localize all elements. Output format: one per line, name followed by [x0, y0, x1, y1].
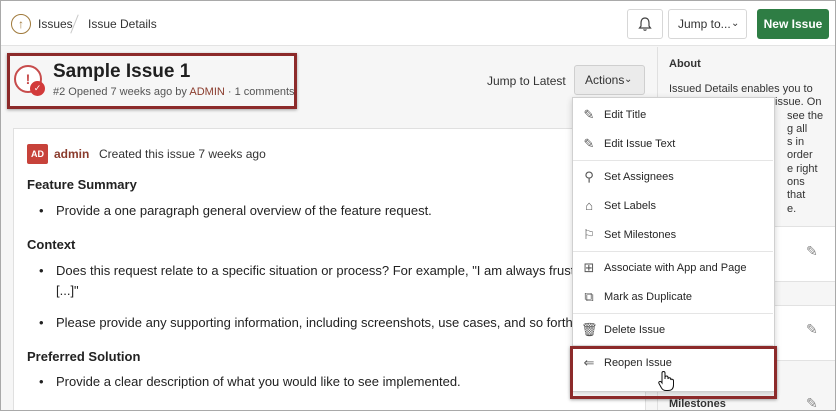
menu-item-associate-app[interactable]: ⊞ Associate with App and Page	[573, 254, 773, 282]
new-issue-button[interactable]: New Issue	[757, 9, 829, 39]
bell-icon	[638, 17, 652, 31]
post-created: Created this issue 7 weeks ago	[99, 147, 266, 161]
tag-icon: ⌂	[585, 198, 593, 213]
actions-button[interactable]: Actions ⌄	[574, 65, 645, 95]
menu-item-set-assignees[interactable]: ⚲ Set Assignees	[573, 163, 773, 191]
menu-item-mark-duplicate[interactable]: ⧉ Mark as Duplicate	[573, 283, 773, 311]
menu-item-edit-issue-text[interactable]: ✎ Edit Issue Text	[573, 130, 773, 158]
list-item: Provide a one paragraph general overview…	[39, 203, 432, 218]
jump-to-latest-link[interactable]: Jump to Latest	[487, 74, 566, 88]
section-heading: Preferred Solution	[27, 349, 141, 364]
menu-item-set-milestones[interactable]: ⚐ Set Milestones	[573, 221, 773, 249]
menu-item-label: Edit Issue Text	[604, 138, 676, 150]
menu-divider	[573, 160, 773, 161]
avatar: AD	[27, 144, 48, 164]
list-item-text: Please provide any supporting informatio…	[56, 315, 577, 330]
app-frame: ↑ Issues Issue Details Jump to... ⌄ New …	[0, 0, 836, 411]
about-line: Issued Details enables you to	[669, 83, 813, 95]
list-item-continuation: [...]"	[56, 283, 79, 298]
about-title: About	[669, 58, 701, 70]
menu-item-label: Mark as Duplicate	[604, 291, 693, 303]
milestone-icon: ⚐	[583, 227, 595, 242]
menu-item-label: Edit Title	[604, 109, 647, 121]
milestones-label: Milestones	[669, 398, 726, 410]
list-item-text: Provide a clear description of what you …	[56, 374, 461, 389]
menu-item-label: Associate with App and Page	[604, 262, 747, 274]
trash-icon: 🗑	[581, 322, 598, 337]
menu-item-delete-issue[interactable]: 🗑 Delete Issue	[573, 316, 773, 344]
menu-item-set-labels[interactable]: ⌂ Set Labels	[573, 192, 773, 220]
actions-label: Actions	[585, 73, 625, 87]
up-arrow-icon[interactable]: ↑	[11, 14, 31, 34]
add-app-icon: ⊞	[583, 260, 595, 275]
list-item-text: Provide a one paragraph general overview…	[56, 203, 432, 218]
jump-to-label: Jump to...	[678, 17, 731, 31]
list-item: Provide a clear description of what you …	[39, 374, 461, 389]
menu-divider	[573, 251, 773, 252]
menu-item-label: Set Milestones	[604, 229, 677, 241]
pencil-icon: ✎	[583, 136, 595, 151]
list-item: Does this request relate to a specific s…	[39, 263, 590, 278]
breadcrumb-issues[interactable]: Issues	[38, 17, 73, 31]
duplicate-icon: ⧉	[584, 289, 594, 304]
chevron-down-icon: ⌄	[731, 18, 740, 29]
pencil-icon[interactable]: ✎	[806, 395, 818, 410]
menu-divider	[573, 313, 773, 314]
notifications-button[interactable]	[627, 9, 663, 39]
breadcrumb-issue-details: Issue Details	[88, 17, 157, 31]
title-highlight-box	[7, 53, 297, 109]
list-item: Please provide any supporting informatio…	[39, 315, 576, 330]
pencil-icon[interactable]: ✎	[806, 243, 818, 260]
pencil-icon[interactable]: ✎	[806, 321, 818, 338]
section-heading: Feature Summary	[27, 177, 137, 192]
list-item-text: Does this request relate to a specific s…	[56, 263, 590, 278]
jump-to-button[interactable]: Jump to... ⌄	[668, 9, 747, 39]
menu-item-label: Set Labels	[604, 200, 656, 212]
hand-cursor-icon	[658, 370, 674, 391]
chevron-down-icon: ⌄	[624, 74, 633, 85]
user-icon: ⚲	[584, 169, 594, 184]
menu-item-label: Delete Issue	[604, 324, 666, 336]
post-author[interactable]: admin	[54, 147, 89, 161]
menu-item-label: Set Assignees	[604, 171, 674, 183]
menu-item-edit-title[interactable]: ✎ Edit Title	[573, 101, 773, 129]
section-heading: Context	[27, 237, 76, 252]
pencil-icon: ✎	[583, 107, 595, 122]
